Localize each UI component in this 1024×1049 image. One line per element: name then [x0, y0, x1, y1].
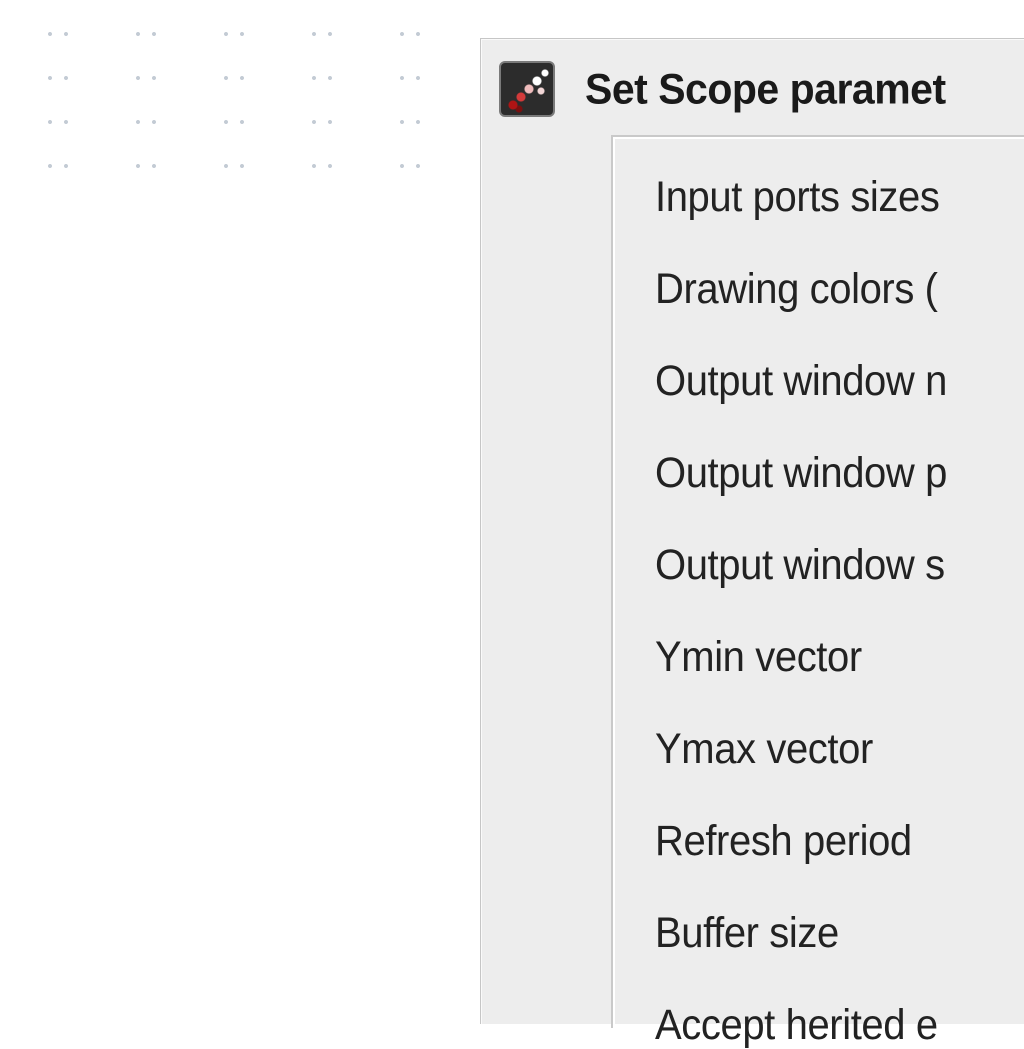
- field-output-window-n: Output window n: [655, 361, 1024, 401]
- label-accept-herited: Accept herited e: [655, 1004, 938, 1047]
- scope-parameters-dialog: Set Scope paramet Input ports sizes Draw…: [480, 38, 1024, 1024]
- field-accept-herited: Accept herited e: [655, 1005, 1024, 1045]
- parameters-groupbox: Input ports sizes Drawing colors ( Outpu…: [611, 135, 1024, 1028]
- field-input-ports-sizes: Input ports sizes: [655, 177, 1024, 217]
- label-drawing-colors: Drawing colors (: [655, 268, 938, 311]
- label-buffer-size: Buffer size: [655, 912, 839, 955]
- dialog-title: Set Scope paramet: [585, 64, 946, 113]
- field-refresh-period: Refresh period: [655, 821, 1024, 861]
- label-refresh-period: Refresh period: [655, 820, 912, 863]
- field-ymax-vector: Ymax vector: [655, 729, 1024, 769]
- diagram-canvas[interactable]: [0, 0, 490, 1024]
- label-output-window-p: Output window p: [655, 452, 947, 495]
- label-output-window-s: Output window s: [655, 544, 945, 587]
- field-output-window-s: Output window s: [655, 545, 1024, 585]
- grid-dots: [0, 0, 450, 180]
- label-ymin-vector: Ymin vector: [655, 636, 862, 679]
- label-output-window-n: Output window n: [655, 360, 947, 403]
- dialog-title-row: Set Scope paramet: [499, 61, 1024, 117]
- scope-block-icon: [499, 61, 555, 117]
- field-drawing-colors: Drawing colors (: [655, 269, 1024, 309]
- field-output-window-p: Output window p: [655, 453, 1024, 493]
- field-buffer-size: Buffer size: [655, 913, 1024, 953]
- label-input-ports-sizes: Input ports sizes: [655, 176, 939, 219]
- label-ymax-vector: Ymax vector: [655, 728, 873, 771]
- field-ymin-vector: Ymin vector: [655, 637, 1024, 677]
